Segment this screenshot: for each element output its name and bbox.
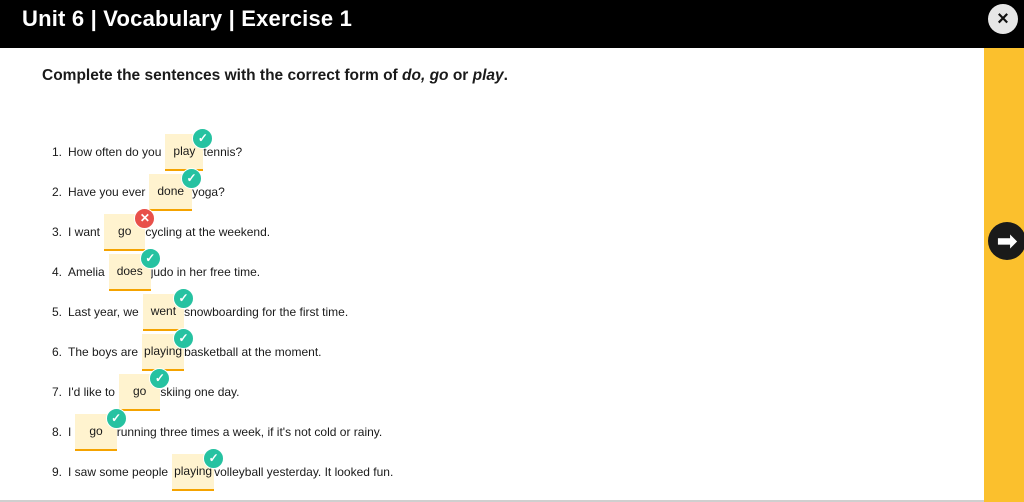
- check-icon: ✓: [192, 127, 214, 149]
- answer-field[interactable]: went ✓: [142, 287, 195, 331]
- item-number: 8.: [52, 425, 63, 439]
- item-text-before: Last year, we: [68, 305, 139, 319]
- item-number: 6.: [52, 345, 63, 359]
- item-text-before: Amelia: [68, 265, 105, 279]
- answer-field[interactable]: go ✓: [118, 367, 171, 411]
- item-number: 3.: [52, 225, 63, 239]
- item-text-after: skiing one day.: [160, 385, 240, 399]
- page-title: Unit 6 | Vocabulary | Exercise 1: [22, 6, 353, 31]
- answer-text: went: [150, 304, 177, 318]
- check-icon: ✓: [173, 287, 195, 309]
- item-text-before: I: [68, 425, 72, 439]
- check-icon: ✓: [203, 447, 225, 469]
- exercise-item-9: 9. I saw some people playing ✓ volleybal…: [52, 447, 394, 492]
- exercise-item-4: 4. Amelia does ✓ judo in her free time.: [52, 247, 261, 292]
- exercise-item-7: 7. I'd like to go ✓ skiing one day.: [52, 367, 240, 412]
- exercise-item-6: 6. The boys are playing ✓ basketball at …: [52, 327, 322, 372]
- next-button[interactable]: ➡: [988, 222, 1024, 260]
- answer-text: does: [116, 264, 143, 278]
- answer-text: go: [132, 384, 147, 398]
- close-icon: ×: [997, 7, 1009, 30]
- arrow-right-icon: ➡: [996, 227, 1018, 255]
- item-text-after: tennis?: [203, 145, 243, 159]
- check-icon: ✓: [105, 407, 127, 429]
- answer-text: go: [89, 424, 103, 438]
- item-number: 9.: [52, 465, 63, 479]
- item-text-before: I saw some people: [68, 465, 169, 479]
- item-number: 7.: [52, 385, 63, 399]
- item-text-before: I want: [68, 225, 101, 239]
- answer-field[interactable]: done ✓: [149, 167, 203, 211]
- item-text-after: snowboarding for the first time.: [184, 305, 349, 319]
- item-text-after: basketball at the moment.: [184, 345, 322, 359]
- answer-field[interactable]: go ✕: [104, 207, 156, 251]
- check-icon: ✓: [173, 327, 195, 349]
- check-icon: ✓: [139, 247, 161, 269]
- check-icon: ✓: [181, 167, 203, 189]
- answer-field[interactable]: playing ✓: [172, 447, 225, 491]
- item-text-before: The boys are: [68, 345, 139, 359]
- close-button[interactable]: ×: [988, 4, 1018, 34]
- item-number: 2.: [52, 185, 63, 199]
- item-text-before: How often do you: [68, 145, 162, 159]
- cross-icon: ✕: [134, 207, 156, 229]
- instruction-text: Complete the sentences with the correct …: [42, 67, 508, 84]
- answer-field[interactable]: does ✓: [108, 247, 161, 291]
- answer-text: go: [118, 224, 132, 238]
- answer-field[interactable]: playing ✓: [142, 327, 195, 371]
- exercise-item-8: 8. I go ✓ running three times a week, if…: [52, 407, 383, 452]
- item-text-after: cycling at the weekend.: [145, 225, 271, 239]
- item-text-after: volleyball yesterday. It looked fun.: [214, 465, 394, 479]
- answer-text: done: [157, 184, 185, 198]
- item-number: 1.: [52, 145, 63, 159]
- item-number: 4.: [52, 265, 63, 279]
- check-icon: ✓: [149, 367, 171, 389]
- exercise-item-5: 5. Last year, we went ✓ snowboarding for…: [52, 287, 349, 332]
- item-text-before: Have you ever: [68, 185, 146, 199]
- item-text-before: I'd like to: [68, 385, 115, 399]
- answer-field[interactable]: play ✓: [165, 127, 214, 171]
- item-text-after: judo in her free time.: [150, 265, 261, 279]
- exercise-item-3: 3. I want go ✕ cycling at the weekend.: [52, 207, 271, 252]
- answer-text: play: [173, 144, 196, 158]
- exercise-item-2: 2. Have you ever done ✓ yoga?: [52, 167, 225, 212]
- item-text-after: running three times a week, if it's not …: [116, 425, 383, 439]
- answer-field[interactable]: go ✓: [75, 407, 127, 451]
- item-number: 5.: [52, 305, 63, 319]
- header-bar: Unit 6 | Vocabulary | Exercise 1: [0, 0, 1024, 48]
- exercise-item-1: 1. How often do you play ✓ tennis?: [52, 127, 243, 172]
- side-panel: [984, 48, 1024, 502]
